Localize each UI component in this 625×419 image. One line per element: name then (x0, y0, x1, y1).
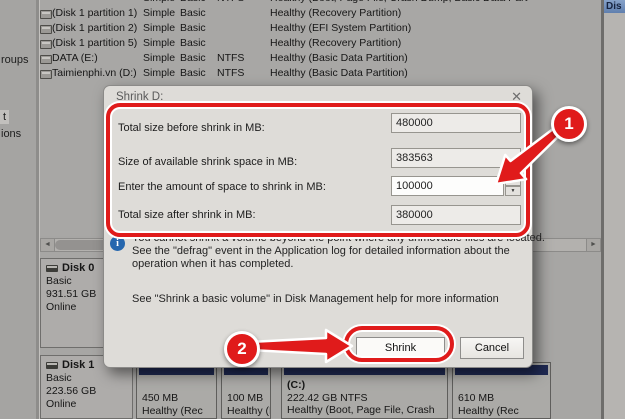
volume-row-data-e[interactable]: DATA (E:) Simple Basic NTFS Healthy (Bas… (40, 51, 601, 66)
partition-size: 100 MB (227, 392, 264, 404)
volume-row-partition1[interactable]: (Disk 1 partition 1) Simple Basic Health… (40, 6, 601, 21)
scroll-left-icon[interactable]: ◄ (41, 239, 55, 251)
info-icon: i (110, 236, 125, 251)
volume-type: Basic (180, 37, 206, 49)
dialog-title: Shrink D: (116, 91, 164, 103)
volume-row-partition5[interactable]: (Disk 1 partition 5) Simple Basic Health… (40, 36, 601, 51)
step-1-badge: 1 (551, 106, 587, 142)
volume-icon (40, 25, 52, 34)
partition-size: 450 MB (142, 392, 179, 404)
annotation-oval (344, 326, 454, 362)
volume-status: Healthy (Recovery Partition) (270, 7, 402, 19)
tree-item-groups[interactable]: roups (1, 54, 29, 66)
volume-type: Basic (180, 7, 206, 19)
disk-size: 223.56 GB (46, 385, 97, 397)
info-text-line: See the "defrag" event in the Applicatio… (132, 245, 510, 257)
partition-title: (C:) (287, 379, 306, 391)
disk-type: Basic (46, 372, 72, 384)
volume-status: Healthy (Basic Data Partition) (270, 52, 408, 64)
partition-status: Healthy (Boot, Page File, Crash (287, 404, 435, 416)
volume-type: Basic (180, 67, 206, 79)
volume-row-partition2[interactable]: (Disk 1 partition 2) Simple Basic Health… (40, 21, 601, 36)
volume-layout: Simple (143, 7, 176, 19)
partition-610mb[interactable]: 610 MB Healthy (Rec (452, 362, 551, 419)
tree-item-disk-management[interactable]: t (0, 110, 10, 124)
volume-icon (40, 55, 52, 64)
volume-fs: NTFS (217, 52, 245, 64)
info-text-line: operation when it has completed. (132, 258, 294, 270)
disk-status: Online (46, 398, 77, 410)
volume-layout: Simple (143, 52, 176, 64)
partition-size: 222.42 GB NTFS (287, 391, 368, 404)
partition-100mb[interactable]: 100 MB Healthy (E (221, 362, 271, 419)
volume-icon (40, 70, 52, 79)
partition-status: Healthy (Rec (142, 404, 203, 417)
scroll-right-icon[interactable]: ► (586, 239, 600, 251)
partition-status: Healthy (E (227, 404, 270, 417)
actions-panel-header[interactable]: Dis (604, 0, 625, 13)
volume-layout: Simple (143, 22, 176, 34)
actions-panel: Dis (604, 0, 625, 419)
partition-c[interactable]: (C:) 222.42 GB NTFS Healthy (Boot, Page … (281, 362, 448, 419)
volume-layout: Simple (143, 37, 176, 49)
volume-icon (40, 40, 52, 49)
step-2-badge: 2 (224, 331, 260, 367)
help-text-line: See "Shrink a basic volume" in Disk Mana… (132, 293, 499, 305)
tree-item-services[interactable]: ions (1, 128, 21, 140)
volume-icon (40, 10, 52, 19)
disk-icon (46, 265, 58, 272)
disk-icon (46, 362, 58, 369)
disk-management-window: roups t ions Simple Basic NTFS Healthy (… (0, 0, 625, 419)
volume-row-taimienphi-d[interactable]: Taimienphi.vn (D:) Simple Basic NTFS Hea… (40, 66, 601, 81)
volume-type: Basic (180, 52, 206, 64)
partition-size: 610 MB (458, 392, 495, 404)
volume-status: Healthy (Basic Data Partition) (270, 67, 408, 79)
volume-type: Basic (180, 22, 206, 34)
volume-layout: Simple (143, 67, 176, 79)
annotation-rectangle (106, 103, 530, 237)
console-tree-panel: roups t ions (0, 0, 36, 419)
volume-status: Healthy (Recovery Partition) (270, 37, 402, 49)
volume-status: Healthy (EFI System Partition) (270, 22, 412, 34)
partition-status: Healthy (Rec (458, 404, 519, 417)
partition-450mb[interactable]: 450 MB Healthy (Rec (136, 362, 217, 419)
volume-fs: NTFS (217, 67, 245, 79)
cancel-button[interactable]: Cancel (460, 337, 524, 359)
